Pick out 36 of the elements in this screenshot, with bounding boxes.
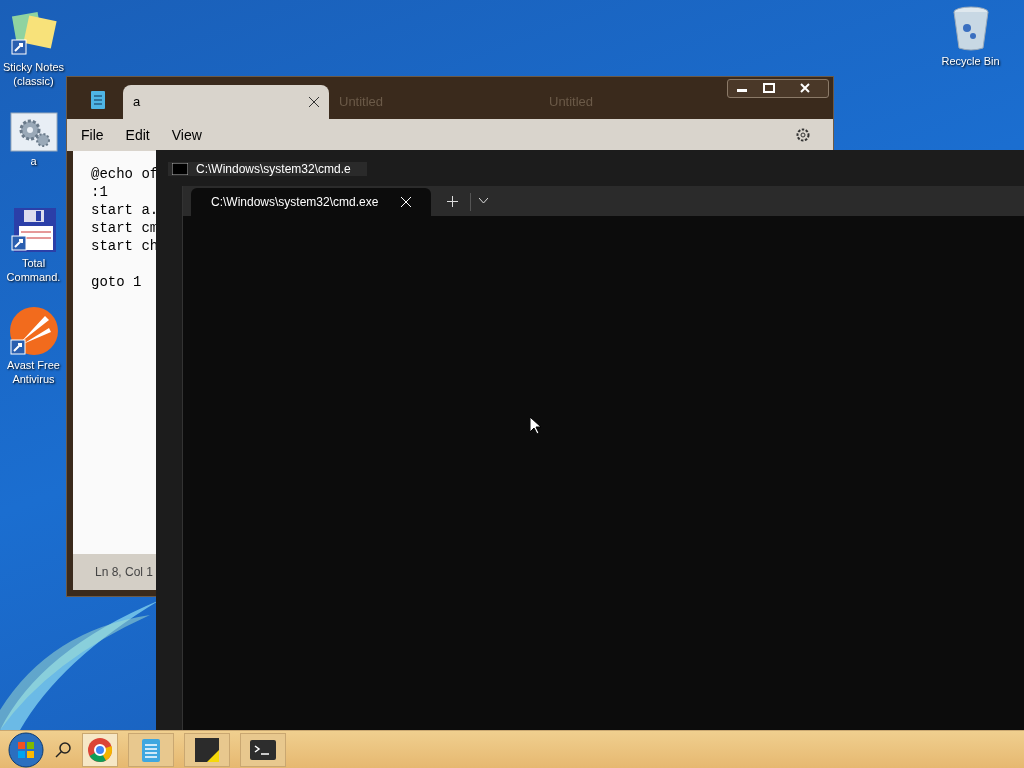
console-icon bbox=[172, 163, 188, 175]
menu-item[interactable]: File bbox=[81, 124, 104, 146]
menu-item[interactable]: Edit bbox=[125, 124, 150, 146]
plus-icon[interactable] bbox=[447, 196, 458, 207]
tab[interactable]: a bbox=[123, 85, 329, 119]
icon-label[interactable]: Avast Free Antivirus bbox=[1, 358, 66, 386]
browser-button[interactable] bbox=[82, 732, 118, 767]
tab[interactable]: C:\Windows\system32\cmd.e bbox=[168, 162, 367, 176]
tab[interactable]: C:\Windows\system32\cmd.exe bbox=[191, 188, 431, 216]
gears-icon bbox=[9, 112, 58, 152]
chevron-down-icon[interactable] bbox=[479, 198, 488, 204]
notepad-icon bbox=[91, 91, 105, 109]
sticky-note-icon bbox=[195, 737, 219, 762]
status-text: Ln 8, Col 1 bbox=[95, 564, 154, 581]
code-line: :1 bbox=[91, 183, 108, 201]
sticky-notes-button[interactable] bbox=[184, 732, 230, 767]
avast-logo-icon bbox=[8, 306, 59, 356]
mouse-cursor-icon bbox=[530, 417, 542, 435]
icon-label[interactable]: Total Command. bbox=[1, 256, 66, 284]
terminal-icon bbox=[250, 739, 276, 760]
icon-label[interactable]: a bbox=[30, 154, 37, 168]
code-line: @echo of bbox=[91, 165, 159, 183]
floppy-disk-icon bbox=[9, 206, 58, 254]
code-line: goto 1 bbox=[91, 273, 142, 291]
notepad-icon bbox=[141, 736, 161, 763]
settings-icon[interactable] bbox=[795, 127, 811, 143]
search-icon[interactable] bbox=[54, 740, 72, 759]
sticky-notes-icon bbox=[9, 10, 58, 58]
icon-label[interactable]: Recycle Bin bbox=[941, 54, 1000, 68]
start-orb-icon[interactable] bbox=[8, 731, 44, 768]
terminal-button[interactable] bbox=[240, 732, 286, 767]
close-icon[interactable] bbox=[309, 97, 319, 107]
code-line: start a. bbox=[91, 201, 159, 219]
icon-label[interactable]: Sticky Notes (classic) bbox=[1, 60, 66, 88]
menu-item[interactable]: View bbox=[171, 124, 202, 146]
recycle-bin-icon bbox=[950, 6, 991, 52]
